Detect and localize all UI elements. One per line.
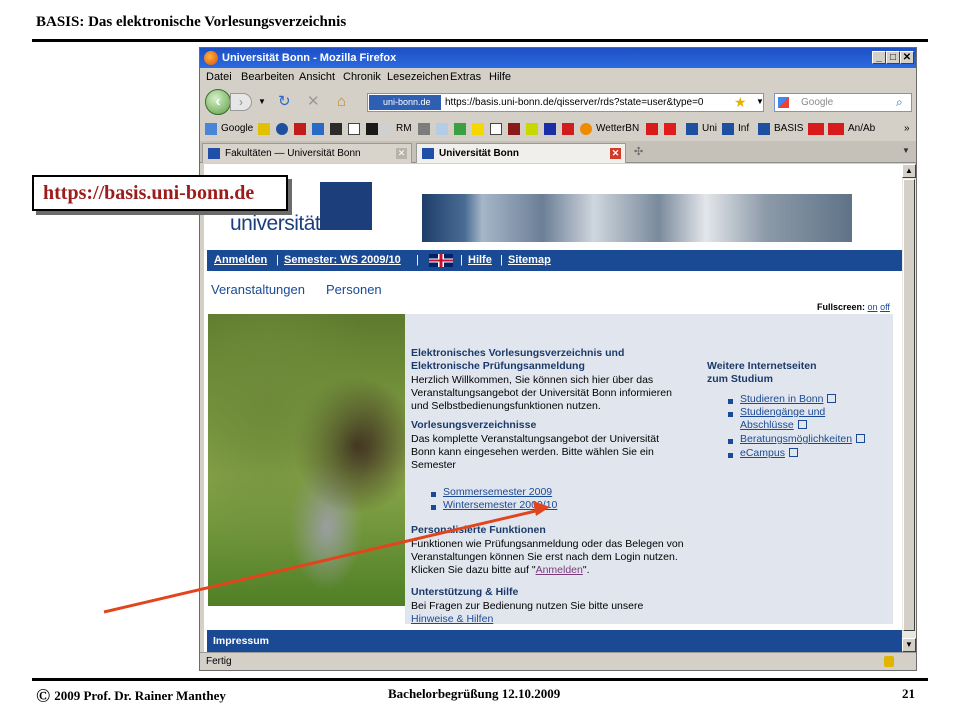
slide-footer-center: Bachelorbegrüßung 12.10.2009: [388, 686, 561, 701]
pointer-arrow: [103, 501, 550, 614]
copyright-symbol: ©: [36, 686, 51, 707]
slide-page-number: 21: [902, 686, 915, 701]
slide-bottom-rule: [32, 678, 928, 681]
footer-author: 2009 Prof. Dr. Rainer Manthey: [54, 688, 226, 703]
slide-footer-left: © 2009 Prof. Dr. Rainer Manthey: [36, 686, 226, 708]
